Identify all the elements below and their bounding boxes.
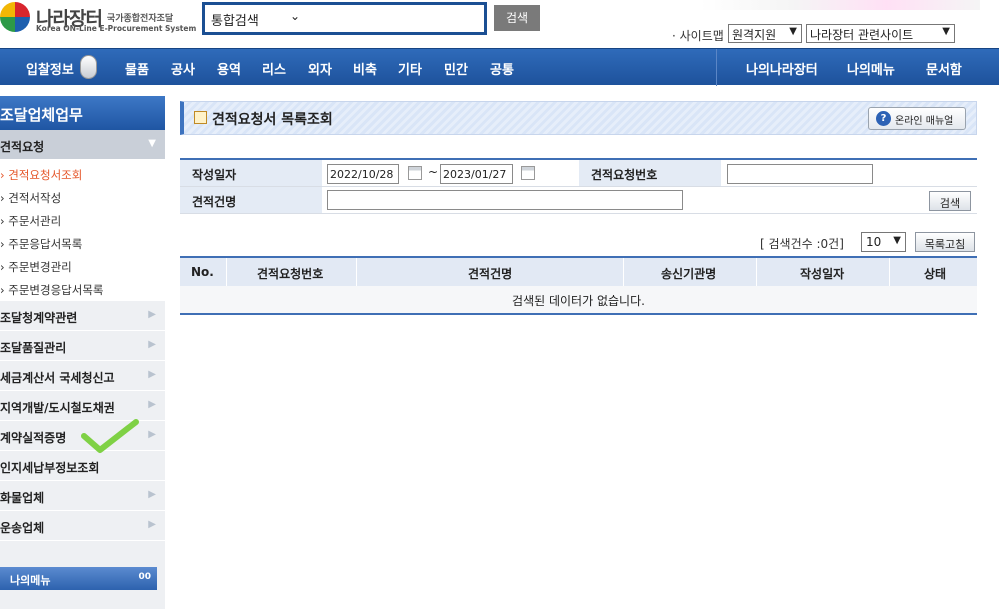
chevron-down-icon: ▼ [893,235,901,246]
chevron-right-icon: ▶ [148,399,156,410]
main-nav: 입찰정보 물품 공사 용역 리스 외자 비축 기타 민간 공통 나의나라장터 나… [0,48,999,86]
related-sites-select[interactable]: 나라장터 관련사이트 ▼ [806,24,955,43]
logo-subtitle: 국가종합전자조달 [106,13,174,24]
sidebar-category-transport[interactable]: 운송업체 ▶ [0,511,165,541]
nav-item-goods[interactable]: 물품 [125,59,149,78]
page-header: 견적요청서 목록조회 ? 온라인 매뉴얼 [180,101,977,135]
nav-item-document-box[interactable]: 문서함 [926,59,962,78]
nav-item-bid-info[interactable]: 입찰정보 [26,59,74,78]
page-size-select[interactable]: 10 ▼ [861,232,906,252]
mouse-icon [80,55,97,79]
nav-item-my-narajangter[interactable]: 나의나라장터 [746,59,818,78]
col-header-created-date: 작성일자 [800,267,845,281]
sidebar-category-freight[interactable]: 화물업체 ▶ [0,481,165,511]
sidebar-title: 조달업체업무 [0,96,165,130]
nav-item-etc[interactable]: 기타 [398,59,422,78]
column-divider [226,258,227,286]
my-menu-toggle-icon[interactable]: 00 [138,572,151,582]
table-empty-message: 검색된 데이터가 없습니다. [180,286,977,315]
blurred-user-area [700,0,980,10]
logo-mark-icon [0,2,30,32]
nav-item-common[interactable]: 공통 [490,59,514,78]
col-header-no: No. [191,265,214,279]
column-divider [756,258,757,286]
sidebar-item-order-change-response-list[interactable]: › 주문변경응답서목록 [0,278,165,301]
calendar-icon[interactable] [408,166,422,180]
chevron-right-icon: ▶ [148,369,156,380]
my-menu-panel[interactable]: 나의메뉴 00 [0,567,157,590]
search-box[interactable]: 통합검색 ⌄ [202,2,487,35]
checkmark-annotation-icon [81,419,139,453]
col-header-sender: 송신기관명 [661,267,717,281]
sidebar-item-order-manage[interactable]: › 주문서관리 [0,209,165,232]
logo[interactable]: 나라장터 국가종합전자조달 Korea ON-Line E-Procuremen… [0,2,196,33]
quote-request-table: No. 견적요청번호 견적건명 송신기관명 작성일자 상태 검색된 데이터가 없… [180,256,977,315]
sidebar-submenu: › 견적요청서조회 › 견적서작성 › 주문서관리 › 주문응답서목록 › 주문… [0,160,165,301]
sidebar: 조달업체업무 견적요청 ▼ › 견적요청서조회 › 견적서작성 › 주문서관리 ›… [0,96,165,609]
chevron-right-icon: ▶ [148,309,156,320]
column-divider [889,258,890,286]
sidebar-category-contract[interactable]: 조달청계약관련 ▶ [0,301,165,331]
nav-item-lease[interactable]: 리스 [262,59,286,78]
search-count: [ 검색건수 :0건] [760,237,844,251]
col-header-request-no: 견적요청번호 [257,267,324,281]
date-tilde: ~ [428,165,439,179]
column-divider [623,258,624,286]
table-header: No. 견적요청번호 견적건명 송신기관명 작성일자 상태 [180,256,977,286]
sidebar-category-quote-request[interactable]: 견적요청 ▼ [0,130,165,160]
nav-item-service[interactable]: 용역 [217,59,241,78]
chevron-right-icon: ▶ [148,429,156,440]
online-manual-button[interactable]: ? 온라인 매뉴얼 [868,107,966,130]
logo-english: Korea ON-Line E-Procurement System [36,24,197,33]
sidebar-category-bonds[interactable]: 지역개발/도시철도채권 ▶ [0,391,165,421]
sidebar-item-order-change-manage[interactable]: › 주문변경관리 [0,255,165,278]
sidebar-category-tax-invoice[interactable]: 세금계산서 국세청신고 ▶ [0,361,165,391]
chevron-down-icon: ▼ [148,138,156,149]
date-to-input[interactable]: 2023/01/27 [440,164,513,184]
sidebar-item-order-response-list[interactable]: › 주문응답서목록 [0,232,165,255]
request-no-label: 견적요청번호 [579,160,721,186]
refresh-list-button[interactable]: 목록고침 [915,232,975,252]
chevron-right-icon: ▶ [148,339,156,350]
nav-divider [716,49,717,86]
sidebar-category-quality[interactable]: 조달품질관리 ▶ [0,331,165,361]
search-scope-select[interactable]: 통합검색 [211,10,259,29]
chevron-right-icon: ▶ [148,519,156,530]
col-header-status: 상태 [924,267,947,281]
chevron-right-icon: ▶ [148,489,156,500]
nav-item-construction[interactable]: 공사 [171,59,195,78]
nav-item-my-menu[interactable]: 나의메뉴 [847,59,895,78]
column-divider [356,258,357,286]
nav-item-private[interactable]: 민간 [444,59,468,78]
chevron-down-icon: ▼ [942,26,950,37]
name-label: 견적건명 [180,187,322,213]
nav-item-stockpile[interactable]: 비축 [353,59,377,78]
top-header: 나라장터 국가종합전자조달 Korea ON-Line E-Procuremen… [0,0,999,48]
form-row-name: 견적건명 검색 [180,187,977,214]
sitemap-link[interactable]: · 사이트맵 [672,27,724,44]
col-header-quote-name: 견적건명 [468,267,513,281]
sidebar-item-quote-request-list[interactable]: › 견적요청서조회 [0,163,165,186]
nav-item-foreign[interactable]: 외자 [308,59,332,78]
form-row-date: 작성일자 2022/10/28 ~ 2023/01/27 견적요청번호 [180,160,977,187]
remote-support-select[interactable]: 원격지원 ▼ [728,24,802,43]
chevron-down-icon: ▼ [789,26,797,37]
sidebar-item-quote-write[interactable]: › 견적서작성 [0,186,165,209]
chevron-down-icon: ⌄ [290,9,301,23]
calendar-icon[interactable] [521,166,535,180]
form-search-button[interactable]: 검색 [929,191,971,211]
search-button[interactable]: 검색 [494,5,540,31]
memo-icon [194,111,207,124]
date-from-input[interactable]: 2022/10/28 [327,164,399,184]
request-no-input[interactable] [727,164,873,184]
date-label: 작성일자 [180,160,322,186]
help-icon: ? [876,111,891,126]
quote-name-input[interactable] [327,190,683,210]
page-title: 견적요청서 목록조회 [212,112,333,128]
